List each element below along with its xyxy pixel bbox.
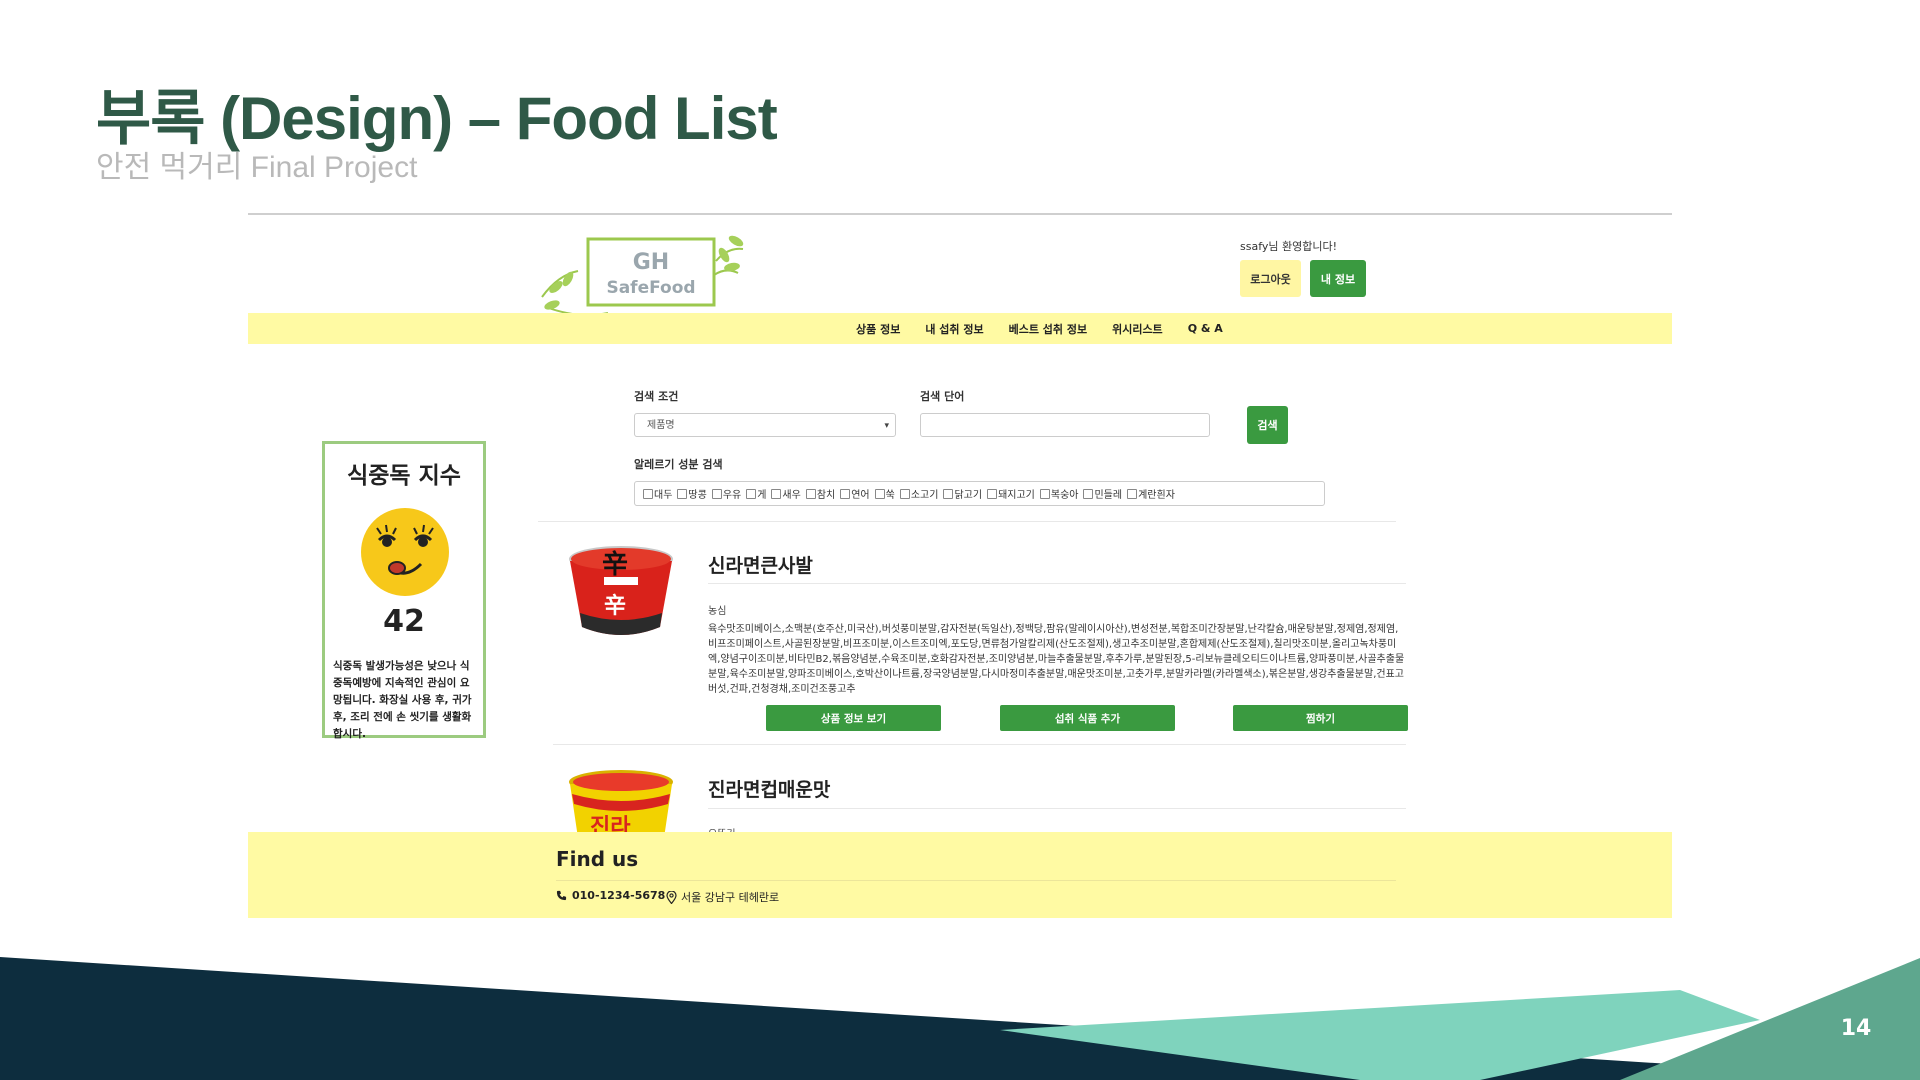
product-image-shin-ramyun[interactable]: 辛 辛 <box>566 543 676 643</box>
view-product-info-button[interactable]: 상품 정보 보기 <box>766 705 941 731</box>
welcome-message: ssafy님 환영합니다! <box>1240 240 1338 253</box>
nav-item-wishlist[interactable]: 위시리스트 <box>1112 321 1163 337</box>
food-poisoning-index-card: 식중독 지수 42 식중독 발생가능성은 낮으나 식중독예방에 지속적인 관심이… <box>322 441 486 740</box>
logout-button[interactable]: 로그아웃 <box>1240 260 1301 297</box>
allergy-option[interactable]: 새우 <box>771 486 801 501</box>
checkbox-icon[interactable] <box>1039 488 1050 499</box>
footer-address-text: 서울 강남구 테헤란로 <box>681 891 780 904</box>
checkbox-icon[interactable] <box>874 488 885 499</box>
search-condition-value: 제품명 <box>647 420 675 431</box>
index-title: 식중독 지수 <box>347 463 461 489</box>
product-ingredients: 육수맛조미베이스,소맥분(호주산,미국산),버섯풍미분말,감자전분(독일산),정… <box>708 624 1405 695</box>
checkbox-icon[interactable] <box>643 488 653 499</box>
allergy-option[interactable]: 땅콩 <box>677 486 707 501</box>
product-name[interactable]: 진라면컵매운맛 <box>708 775 830 802</box>
my-info-button[interactable]: 내 정보 <box>1310 260 1366 297</box>
footer-phone: 010-1234-5678 <box>556 889 665 902</box>
page-number: 14 <box>1840 1016 1872 1041</box>
search-condition-label: 검색 조건 <box>634 390 679 403</box>
list-divider <box>553 744 1406 745</box>
allergy-option[interactable]: 돼지고기 <box>987 486 1035 501</box>
add-intake-food-button[interactable]: 섭취 식품 추가 <box>1000 705 1175 731</box>
index-value: 42 <box>383 604 425 639</box>
list-divider <box>538 521 1396 522</box>
nav-item-best-intake[interactable]: 베스트 섭취 정보 <box>1009 321 1088 337</box>
product-divider <box>708 583 1406 584</box>
checkbox-icon[interactable] <box>677 488 688 499</box>
checkbox-icon[interactable] <box>987 488 998 499</box>
allergy-option[interactable]: 복숭아 <box>1039 486 1078 501</box>
allergy-option[interactable]: 소고기 <box>899 486 938 501</box>
svg-text:辛: 辛 <box>604 593 626 619</box>
footer-title: Find us <box>556 847 639 871</box>
checkbox-icon[interactable] <box>840 488 851 499</box>
logo-text-gh: GH <box>633 250 669 275</box>
allergy-option[interactable]: 참치 <box>805 486 835 501</box>
search-condition-select[interactable]: 제품명 ▾ <box>634 413 896 437</box>
location-pin-icon <box>666 890 677 904</box>
dropdown-arrow-icon: ▾ <box>884 421 889 431</box>
phone-icon <box>556 890 567 901</box>
allergy-option[interactable]: 우유 <box>711 486 741 501</box>
footer-phone-number: 010-1234-5678 <box>572 889 666 902</box>
logo-text-safefood: SafeFood <box>606 278 695 298</box>
checkbox-icon[interactable] <box>1083 488 1094 499</box>
slide-subtitle: 안전 먹거리 Final Project <box>96 151 418 184</box>
allergy-option[interactable]: 대두 <box>643 486 672 501</box>
top-divider <box>248 213 1672 215</box>
checkbox-icon[interactable] <box>943 488 954 499</box>
checkbox-icon[interactable] <box>899 488 910 499</box>
gh-safefood-logo[interactable]: GH SafeFood <box>538 227 768 322</box>
product-image-jin-ramen[interactable]: 진라 <box>566 768 676 838</box>
nav-item-product-info[interactable]: 상품 정보 <box>856 321 900 337</box>
checkbox-icon[interactable] <box>711 488 722 499</box>
search-keyword-input[interactable] <box>920 413 1210 437</box>
allergy-option[interactable]: 게 <box>746 486 766 501</box>
site-footer: Find us 010-1234-5678 서울 강남구 테헤란로 <box>248 832 1672 918</box>
nav-item-qna[interactable]: Q & A <box>1188 322 1223 335</box>
product-name[interactable]: 신라면큰사발 <box>708 551 813 578</box>
svg-text:辛: 辛 <box>602 549 628 580</box>
allergy-search-label: 알레르기 성분 검색 <box>634 458 723 471</box>
footer-address: 서울 강남구 테헤란로 <box>666 889 779 905</box>
product-maker: 농심 <box>708 606 727 617</box>
wishlist-button[interactable]: 찜하기 <box>1233 705 1408 731</box>
smiley-face-icon <box>361 508 449 596</box>
nav-item-my-intake[interactable]: 내 섭취 정보 <box>925 321 983 337</box>
website-screenshot: GH SafeFood ssafy님 환영합니다! 로그아웃 내 정보 상품 정… <box>248 213 1672 918</box>
checkbox-icon[interactable] <box>1127 488 1138 499</box>
allergy-option[interactable]: 계란흰자 <box>1127 486 1175 501</box>
checkbox-icon[interactable] <box>805 488 816 499</box>
allergy-option[interactable]: 닭고기 <box>943 486 982 501</box>
checkbox-icon[interactable] <box>746 488 757 499</box>
allergy-option[interactable]: 쑥 <box>874 486 895 501</box>
search-button[interactable]: 검색 <box>1247 406 1288 444</box>
main-nav: 상품 정보 내 섭취 정보 베스트 섭취 정보 위시리스트 Q & A <box>248 313 1672 344</box>
allergy-checkbox-group: 대두 땅콩 우유 게 새우 참치 연어 쑥 소고기 닭고기 돼지고기 복숭아 민… <box>634 481 1325 506</box>
product-divider <box>708 808 1406 809</box>
footer-divider <box>556 880 1396 881</box>
search-keyword-label: 검색 단어 <box>920 390 965 403</box>
index-description: 식중독 발생가능성은 낮으나 식중독예방에 지속적인 관심이 요망됩니다. 화장… <box>333 660 472 740</box>
allergy-option[interactable]: 민들레 <box>1083 486 1122 501</box>
allergy-option[interactable]: 연어 <box>840 486 870 501</box>
checkbox-icon[interactable] <box>771 488 782 499</box>
